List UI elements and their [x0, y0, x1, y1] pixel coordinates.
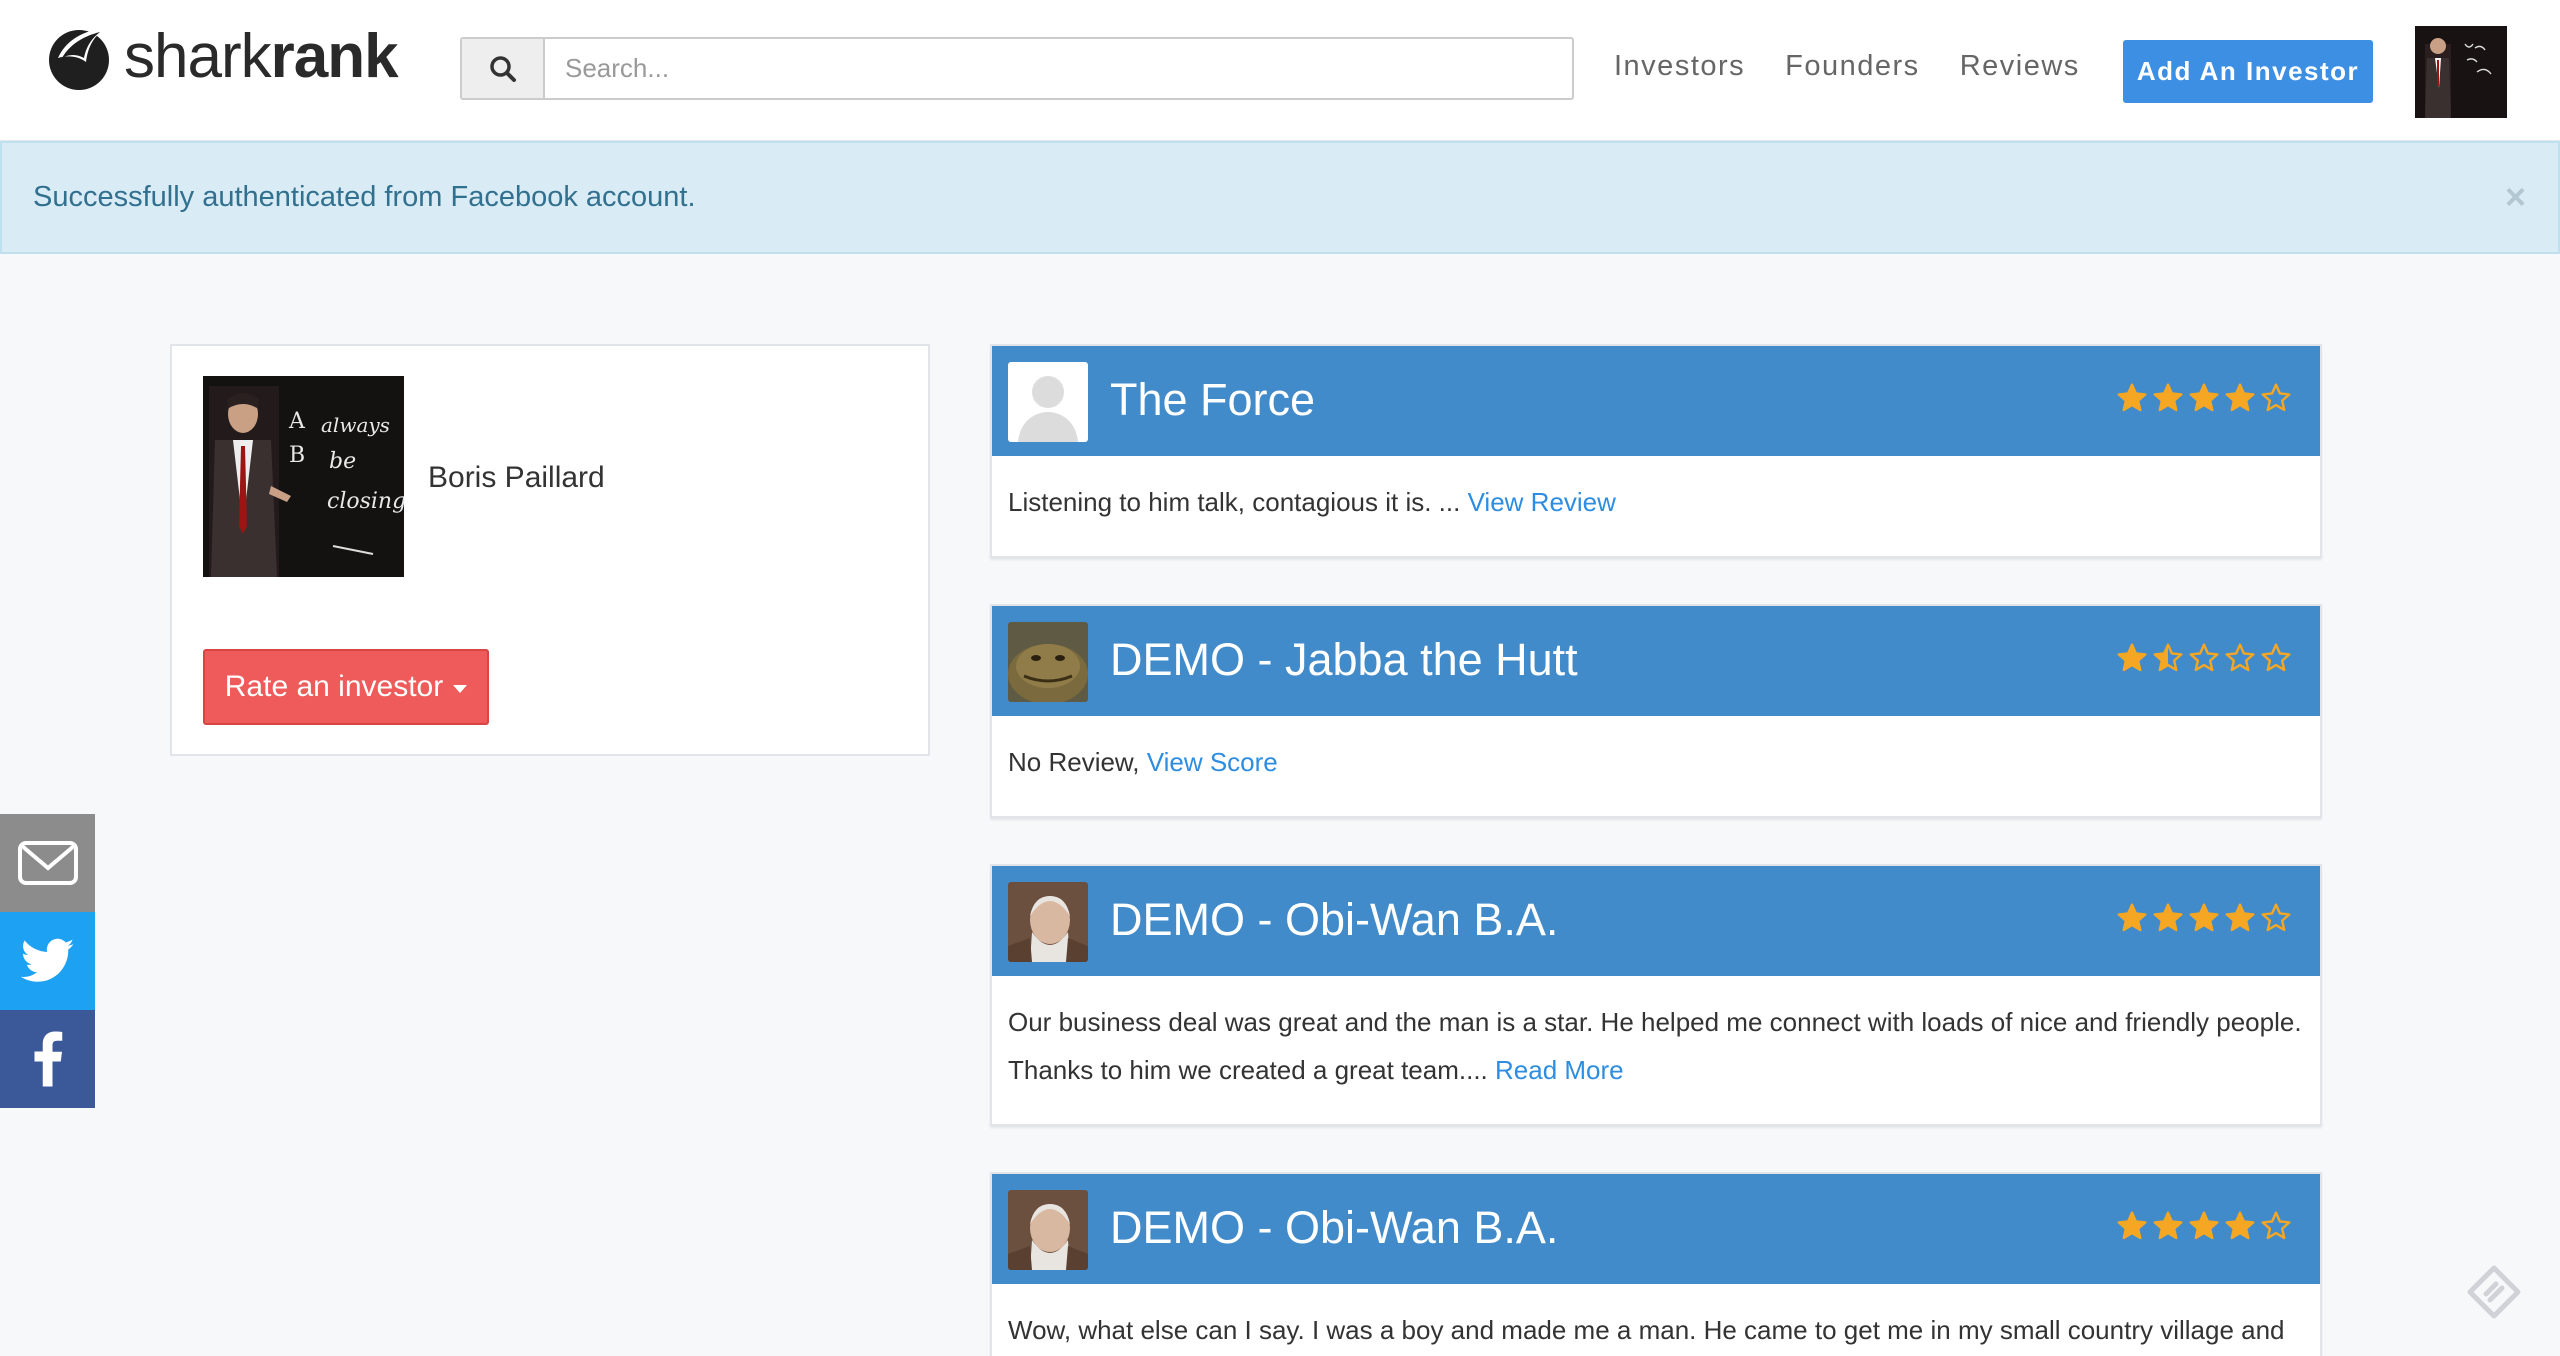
review-text: No Review, [1008, 747, 1147, 777]
rate-investor-label: Rate an investor [224, 670, 444, 703]
review-card: DEMO - Obi-Wan B.A. Wow, what else can I… [990, 1172, 2322, 1356]
star-empty-icon [2189, 643, 2219, 672]
star-filled-icon [2225, 1211, 2255, 1240]
user-avatar[interactable] [2415, 26, 2507, 118]
alert-message: Successfully authenticated from Facebook… [33, 181, 696, 213]
review-header: DEMO - Jabba the Hutt [992, 606, 2320, 716]
alert-close-icon[interactable]: × [2505, 179, 2526, 215]
star-rating [2112, 382, 2292, 414]
review-header: DEMO - Obi-Wan B.A. [992, 866, 2320, 976]
navbar: sharkrank Investors Founders Reviews Add… [0, 0, 2560, 141]
review-body: Wow, what else can I say. I was a boy an… [992, 1284, 2320, 1354]
search-icon [489, 55, 516, 82]
default-avatar-image [1008, 362, 1088, 442]
view-score-link[interactable]: View Score [1147, 747, 1278, 777]
star-empty-icon [2261, 903, 2291, 932]
star-empty-icon [2261, 1211, 2291, 1240]
default-user-avatar [1008, 362, 1088, 442]
search-bar [460, 37, 1574, 100]
profile-photo: A always B be closing [203, 376, 404, 577]
svg-text:B: B [289, 443, 305, 468]
star-rating [2112, 642, 2292, 674]
star-empty-icon [2225, 643, 2255, 672]
review-body: Listening to him talk, contagious it is.… [992, 456, 2320, 526]
nav-link-reviews[interactable]: Reviews [1960, 50, 2080, 83]
star-filled-icon [2153, 383, 2183, 412]
star-rating [2112, 1210, 2292, 1242]
profile-name: Boris Paillard [428, 461, 605, 494]
add-investor-button[interactable]: Add An Investor [2123, 40, 2373, 103]
feedback-icon[interactable] [2466, 1264, 2522, 1320]
star-filled-icon [2153, 1211, 2183, 1240]
svg-text:be: be [329, 449, 356, 474]
nav-link-founders[interactable]: Founders [1785, 50, 1920, 83]
star-filled-icon [2117, 1211, 2147, 1240]
star-filled-icon [2117, 643, 2147, 672]
rate-investor-button[interactable]: Rate an investor [203, 649, 489, 725]
star-filled-icon [2225, 903, 2255, 932]
brand[interactable]: sharkrank [44, 22, 399, 92]
star-filled-icon [2153, 903, 2183, 932]
review-header: The Force [992, 346, 2320, 456]
search-input[interactable] [545, 39, 1572, 98]
review-card: The Force Listening to him talk, contagi… [990, 344, 2322, 558]
obi-wan-avatar-image [1008, 1190, 1088, 1270]
jabba-avatar [1008, 622, 1088, 702]
shark-fin-logo-icon [49, 28, 109, 90]
obi-wan-avatar-image [1008, 882, 1088, 962]
profile-photo-image: A always B be closing [203, 376, 404, 577]
share-twitter-button[interactable] [0, 912, 95, 1010]
nav-links: Investors Founders Reviews [1614, 50, 2120, 83]
review-title[interactable]: DEMO - Obi-Wan B.A. [1110, 1202, 1558, 1254]
email-icon [17, 841, 78, 885]
obi-wan-avatar [1008, 1190, 1088, 1270]
review-title[interactable]: DEMO - Obi-Wan B.A. [1110, 894, 1558, 946]
share-email-button[interactable] [0, 814, 95, 912]
read-more-link[interactable]: Read More [1495, 1055, 1624, 1085]
review-body: Our business deal was great and the man … [992, 976, 2320, 1094]
avatar-image [2415, 26, 2507, 118]
auth-success-alert: Successfully authenticated from Facebook… [0, 141, 2560, 254]
star-rating [2112, 902, 2292, 934]
obi-wan-avatar [1008, 882, 1088, 962]
caret-down-icon [453, 685, 468, 693]
review-title[interactable]: The Force [1110, 374, 1315, 426]
star-filled-icon [2189, 383, 2219, 412]
facebook-icon [34, 1031, 62, 1087]
star-filled-icon [2117, 903, 2147, 932]
star-filled-icon [2117, 383, 2147, 412]
review-text: Listening to him talk, contagious it is.… [1008, 487, 1468, 517]
review-card: DEMO - Obi-Wan B.A. Our business deal wa… [990, 864, 2322, 1126]
review-text: Our business deal was great and the man … [1008, 1007, 2302, 1085]
review-header: DEMO - Obi-Wan B.A. [992, 1174, 2320, 1284]
star-empty-icon [2261, 383, 2291, 412]
brand-name: sharkrank [124, 22, 399, 91]
star-half-icon [2153, 643, 2183, 672]
svg-text:closing: closing [327, 489, 404, 514]
view-review-link[interactable]: View Review [1468, 487, 1616, 517]
svg-text:A: A [288, 409, 306, 434]
twitter-icon [20, 938, 74, 982]
star-filled-icon [2189, 1211, 2219, 1240]
nav-link-investors[interactable]: Investors [1614, 50, 1745, 83]
profile-card: A always B be closing Boris Paillard Rat… [170, 344, 930, 756]
review-card: DEMO - Jabba the Hutt No Review, View Sc… [990, 604, 2322, 818]
share-facebook-button[interactable] [0, 1010, 95, 1108]
star-empty-icon [2261, 643, 2291, 672]
search-button[interactable] [462, 39, 545, 98]
svg-text:always: always [321, 413, 390, 437]
review-text: Wow, what else can I say. I was a boy an… [1008, 1315, 2285, 1345]
review-body: No Review, View Score [992, 716, 2320, 786]
review-title[interactable]: DEMO - Jabba the Hutt [1110, 634, 1578, 686]
jabba-avatar-image [1008, 622, 1088, 702]
star-filled-icon [2189, 903, 2219, 932]
star-filled-icon [2225, 383, 2255, 412]
